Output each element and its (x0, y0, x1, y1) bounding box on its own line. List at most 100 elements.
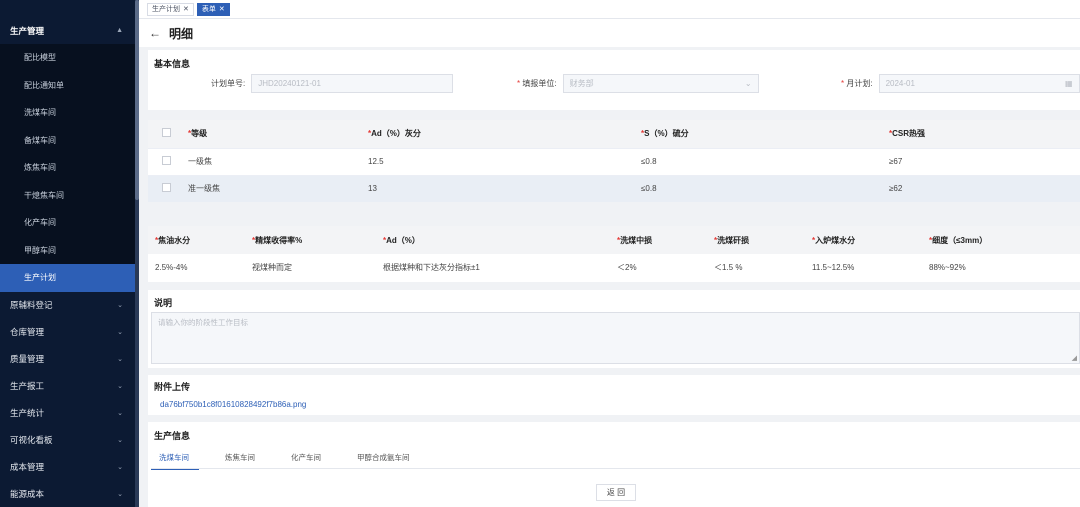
table-cell: 11.5~12.5% (812, 263, 855, 272)
sidebar-group-label: 成本管理 (10, 462, 45, 472)
close-icon[interactable]: ✕ (219, 4, 225, 15)
chevron-down-icon: ⌄ (117, 329, 123, 336)
month-value: 2024-01 (885, 79, 915, 88)
sidebar-group-production[interactable]: 生产管理 ▲ (0, 17, 135, 44)
sidebar-group-dashboard[interactable]: 可视化看板 ⌄ (0, 427, 135, 454)
table-cell: 2.5%-4% (155, 263, 188, 272)
col-header-fineness: *细度（≤3mm） (922, 226, 1080, 254)
unit-value: 财务部 (569, 79, 594, 88)
chevron-down-icon: ⌄ (117, 491, 123, 498)
description-section: 说明 请输入你的阶段性工作目标 ◢ (148, 290, 1080, 368)
sidebar-item-coal-washing[interactable]: 洗煤车间 (0, 99, 135, 127)
tab-bar: 生产计划 ✕ 表单 ✕ (139, 0, 1080, 19)
sidebar-group-label: 原辅料登记 (10, 300, 53, 310)
row-checkbox[interactable] (162, 183, 171, 193)
sidebar-item-chemical[interactable]: 化产车间 (0, 209, 135, 237)
unit-label: * 填报单位: (517, 78, 557, 89)
sidebar-item-production-plan[interactable]: 生产计划 (0, 264, 135, 292)
table-cell: ≤0.8 (641, 147, 889, 175)
sidebar-group-cost[interactable]: 成本管理 ⌄ (0, 454, 135, 481)
col-header-tar-moisture: *焦油水分 (148, 226, 245, 254)
section-title: 生产信息 (154, 431, 191, 441)
page-title: 明细 (169, 26, 194, 41)
row-checkbox[interactable] (162, 156, 171, 165)
sidebar-item-label: 化产车间 (24, 218, 56, 228)
attachment-section: 附件上传 da76bf750b1c8f01610828492f7b86a.png (148, 375, 1080, 415)
tab-chemical[interactable]: 化产车间 (283, 448, 331, 470)
table-header-row: *等级 *Ad（%）灰分 *S（%）硫分 *CSR热强 (148, 120, 1080, 148)
sidebar-group-label: 质量管理 (10, 354, 45, 364)
tab-coking[interactable]: 炼焦车间 (217, 448, 265, 470)
sidebar-item-label: 甲醇车间 (24, 245, 56, 255)
sidebar-item-label: 配比模型 (24, 53, 56, 63)
sidebar-item-label: 配比通知单 (24, 80, 64, 90)
arrow-left-icon[interactable]: ← (149, 26, 161, 40)
table-cell: 12.5 (368, 147, 641, 175)
table-cell: ≥67 (889, 147, 1080, 175)
sidebar-group-materials[interactable]: 原辅料登记 ⌄ (0, 292, 135, 319)
plan-no-input[interactable]: JHD20240121-01 (251, 74, 454, 93)
close-icon[interactable]: ✕ (183, 4, 189, 15)
sidebar-item-coal-prep[interactable]: 备煤车间 (0, 126, 135, 154)
sidebar-group-energy-cost[interactable]: 能源成本 ⌄ (0, 481, 135, 507)
sidebar-item-label: 备煤车间 (24, 135, 56, 145)
sidebar-item-coking[interactable]: 炼焦车间 (0, 154, 135, 182)
plan-no-value: JHD20240121-01 (258, 79, 321, 88)
table-header-row: *焦油水分 *精煤收得率% *Ad（%） *洗煤中损 *洗煤矸损 *入炉煤水分 … (148, 226, 1080, 254)
chevron-down-icon: ⌄ (117, 356, 123, 363)
chevron-down-icon: ⌄ (744, 79, 752, 88)
table-cell: 根据煤种和下达灰分指标±1 (383, 263, 480, 272)
sidebar-group-label: 生产报工 (10, 381, 45, 391)
sidebar-item-ratio-model[interactable]: 配比模型 (0, 44, 135, 72)
table-cell: ≤0.8 (641, 174, 889, 202)
sidebar-group-work-report[interactable]: 生产报工 ⌄ (0, 373, 135, 400)
select-all-checkbox[interactable] (162, 128, 171, 138)
sidebar-group-quality[interactable]: 质量管理 ⌄ (0, 346, 135, 373)
section-title: 基本信息 (154, 59, 191, 69)
sidebar-item-label: 干熄焦车间 (24, 190, 64, 200)
sidebar-group-label: 仓库管理 (10, 327, 45, 337)
tab-label: 表单 (201, 5, 216, 13)
col-header-ad: *Ad（%） (376, 226, 610, 254)
unit-label-text: 填报单位: (522, 79, 557, 88)
tab-methanol-ammonia[interactable]: 甲醇合成氨车间 (349, 448, 420, 470)
month-picker[interactable]: 2024-01 ▦ (878, 74, 1080, 93)
table-row[interactable]: 准一级焦 13 ≤0.8 ≥62 (148, 174, 1080, 202)
sidebar-item-label: 生产计划 (24, 273, 56, 283)
resize-handle-icon[interactable]: ◢ (1072, 354, 1077, 362)
sidebar-group-statistics[interactable]: 生产统计 ⌄ (0, 400, 135, 427)
table-cell: 13 (368, 174, 641, 202)
sidebar-item-ratio-notice[interactable]: 配比通知单 (0, 71, 135, 99)
sidebar-group-warehouse[interactable]: 仓库管理 ⌄ (0, 319, 135, 346)
chevron-down-icon: ⌄ (117, 383, 123, 390)
table-row[interactable]: 一级焦 12.5 ≤0.8 ≥67 (148, 147, 1080, 175)
table-row: 2.5%-4% 视煤种而定 根据煤种和下达灰分指标±1 ＜2% ＜1.5 % 1… (148, 254, 1080, 281)
description-textarea[interactable]: 请输入你的阶段性工作目标 ◢ (151, 312, 1080, 364)
month-label: * 月计划: (841, 78, 873, 89)
chevron-down-icon: ⌄ (117, 302, 123, 309)
col-header-csr: *CSR热强 (889, 120, 1080, 148)
sidebar-item-label: 炼焦车间 (24, 163, 56, 173)
select-all-cell (148, 120, 188, 148)
back-button[interactable]: 返 回 (596, 484, 636, 501)
description-placeholder: 请输入你的阶段性工作目标 (158, 318, 248, 327)
table-cell: ＜1.5 % (714, 263, 743, 272)
tab-form[interactable]: 表单 ✕ (196, 2, 230, 16)
sidebar-item-dry-quenching[interactable]: 干熄焦车间 (0, 181, 135, 209)
unit-select[interactable]: 财务部 ⌄ (562, 74, 759, 93)
basic-info-section: 基本信息 计划单号: JHD20240121-01 * 填报单位: 财务部 ⌄ *… (148, 50, 1080, 110)
col-header-sulfur: *S（%）硫分 (641, 120, 889, 148)
col-header-wash-loss: *洗煤中损 (610, 226, 707, 254)
attachment-link[interactable]: da76bf750b1c8f01610828492f7b86a.png (160, 400, 306, 409)
tab-coal-washing[interactable]: 洗煤车间 (151, 448, 199, 470)
sidebar-item-methanol[interactable]: 甲醇车间 (0, 236, 135, 264)
section-title: 附件上传 (154, 382, 191, 392)
tab-production-plan[interactable]: 生产计划 ✕ (147, 2, 194, 16)
index-table: *焦油水分 *精煤收得率% *Ad（%） *洗煤中损 *洗煤矸损 *入炉煤水分 … (148, 226, 1080, 282)
table-cell: 视煤种而定 (252, 263, 292, 272)
table-cell: 88%~92% (929, 263, 966, 272)
page-header: ← 明细 (139, 19, 1080, 47)
tabs-divider (151, 468, 1080, 469)
col-header-clean-coal-yield: *精煤收得率% (245, 226, 376, 254)
chevron-up-icon: ▲ (116, 27, 123, 34)
